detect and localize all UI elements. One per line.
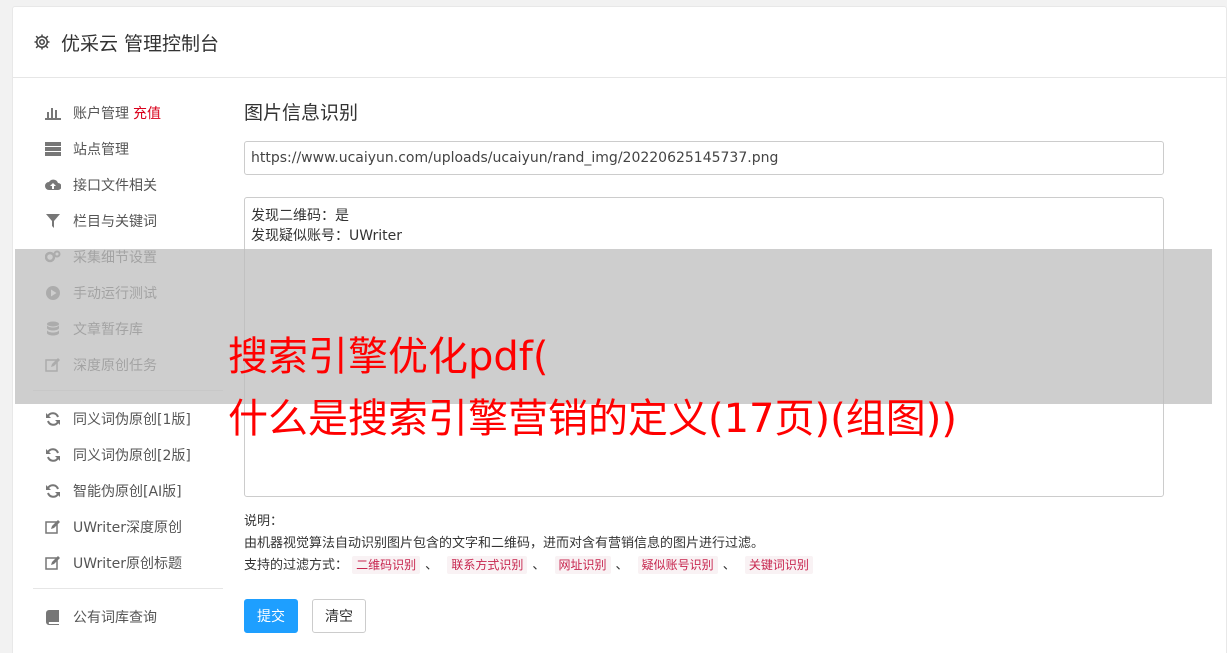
sidebar-item-rewrite-3[interactable]: UWriter深度原创 [33,509,223,545]
header: 优采云 管理控制台 [13,7,1226,78]
sidebar-divider [33,588,223,589]
sidebar-item-main-0[interactable]: 账户管理 充值 [33,95,223,131]
notes: 说明： 由机器视觉算法自动识别图片包含的文字和二维码，进而对含有营销信息的图片进… [244,511,1164,577]
sidebar-item-label: 公有词库查询 [73,610,157,626]
filter-tag: 疑似账号识别 [637,556,718,574]
sidebar-item-label: 接口文件相关 [73,178,157,194]
refresh-icon [45,411,61,427]
edit-icon [45,519,61,535]
filter-icon [45,213,61,229]
clear-button[interactable]: 清空 [312,599,366,633]
separator: 、 [425,558,439,573]
filter-tag: 网址识别 [554,556,611,574]
sidebar-item-rewrite-0[interactable]: 同义词伪原创[1版] [33,401,223,437]
book-icon [45,609,61,625]
overlay-title: 搜索引擎优化pdf( 什么是搜索引擎营销的定义(17页)(组图)) [228,326,957,450]
sidebar-item-label: UWriter原创标题 [73,556,182,572]
overlay-line: 什么是搜索引擎营销的定义(17页)(组图)) [228,396,957,442]
image-url-input[interactable] [244,141,1164,175]
sidebar-item-lexicon-0[interactable]: 公有词库查询 [33,599,223,635]
sidebar-item-label: 栏目与关键词 [73,214,157,230]
sidebar-item-main-2[interactable]: 接口文件相关 [33,167,223,203]
result-line: 发现二维码：是 [251,208,349,224]
notes-label: 说明： [244,514,284,529]
filter-list: 支持的过滤方式： 二维码识别、 联系方式识别、 网址识别、 疑似账号识别、 关键… [244,555,1164,577]
sidebar-item-label: 智能伪原创[AI版] [73,484,182,500]
edit-icon [45,555,61,571]
sidebar-item-rewrite-4[interactable]: UWriter原创标题 [33,545,223,581]
sidebar-item-main-3[interactable]: 栏目与关键词 [33,203,223,239]
filter-tag: 二维码识别 [352,556,421,574]
sidebar-item-rewrite-2[interactable]: 智能伪原创[AI版] [33,473,223,509]
sidebar-item-label: 同义词伪原创[1版] [73,412,191,428]
server-icon [45,141,61,157]
sidebar-item-label: UWriter深度原创 [73,520,182,536]
separator: 、 [532,558,546,573]
page-title: 优采云 管理控制台 [61,32,220,55]
result-line: 发现疑似账号：UWriter [251,228,402,244]
sidebar-item-main-1[interactable]: 站点管理 [33,131,223,167]
sidebar-item-rewrite-1[interactable]: 同义词伪原创[2版] [33,437,223,473]
notes-desc: 由机器视觉算法自动识别图片包含的文字和二维码，进而对含有营销信息的图片进行过滤。 [244,536,765,551]
refresh-icon [45,483,61,499]
sidebar-item-label: 同义词伪原创[2版] [73,448,191,464]
sidebar-group-rewrite: 同义词伪原创[1版] 同义词伪原创[2版] 智能伪原创[AI版] UWriter深度原… [33,401,223,581]
bar-chart-icon [45,105,61,121]
sidebar-item-label: 站点管理 [73,142,129,158]
separator: 、 [615,558,629,573]
submit-button[interactable]: 提交 [244,599,298,633]
filter-tag: 联系方式识别 [447,556,528,574]
action-buttons: 提交 清空 [244,599,1164,633]
overlay-line: 搜索引擎优化pdf( [228,334,549,380]
refresh-icon [45,447,61,463]
filters-label: 支持的过滤方式： [244,558,349,573]
cloud-upload-icon [45,177,61,193]
sidebar-group-lexicon: 公有词库查询 [33,599,223,635]
sidebar-item-label: 账户管理 [73,106,129,122]
separator: 、 [722,558,736,573]
filter-tag: 关键词识别 [744,556,813,574]
section-title: 图片信息识别 [244,102,359,124]
recharge-link[interactable]: 充值 [133,103,161,123]
gear-icon [33,33,51,51]
